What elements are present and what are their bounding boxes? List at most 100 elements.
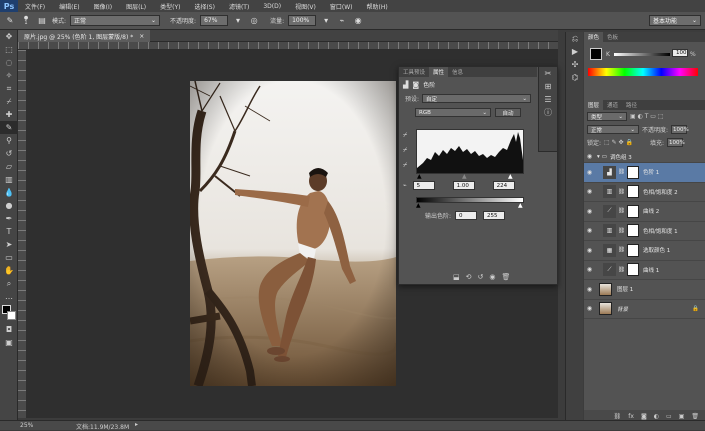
gray-eyedropper-icon[interactable]: ⌿ [403, 146, 407, 155]
reset-icon[interactable]: ↺ [478, 273, 484, 281]
menu-3d[interactable]: 3D(D) [256, 3, 288, 10]
healing-brush-tool-icon[interactable]: ✚ [0, 108, 18, 121]
fx-icon[interactable]: fx [628, 413, 634, 420]
menu-image[interactable]: 图像(I) [87, 2, 119, 11]
add-mask-icon[interactable]: ◙ [641, 413, 647, 420]
workspace-select[interactable]: 基本功能 ⌄ [649, 15, 701, 26]
menu-help[interactable]: 帮助(H) [360, 2, 395, 11]
zoom-tool-icon[interactable]: ⌕ [0, 277, 18, 290]
document-photo[interactable] [190, 81, 396, 386]
eye-icon[interactable]: ◉ [584, 227, 595, 234]
tab-tool-presets[interactable]: 工具预设 [399, 67, 429, 77]
eye-icon[interactable]: ◉ [584, 305, 595, 312]
layer-row[interactable]: ◉ ▥ ⛓ 色相/饱和度 2 [584, 183, 705, 202]
eye-icon[interactable]: ◉ [584, 247, 595, 254]
filter-icons[interactable]: ▣ ◐ T ▭ ⬚ [630, 113, 664, 120]
tab-color[interactable]: 颜色 [584, 32, 604, 42]
tab-info[interactable]: 信息 [448, 67, 467, 77]
screen-mode-icon[interactable]: ▣ [0, 336, 18, 349]
layer-opacity-field[interactable]: 100% [671, 125, 689, 134]
eye-icon[interactable]: ◉ [584, 188, 595, 195]
gradient-tool-icon[interactable]: ▥ [0, 173, 18, 186]
menu-select[interactable]: 选择(S) [187, 2, 222, 11]
more-tools-icon[interactable]: … [0, 290, 18, 303]
expand-icon[interactable]: ▾ [597, 154, 600, 160]
blur-tool-icon[interactable]: 💧 [0, 186, 18, 199]
layer-row[interactable]: ◉ 图层 1 [584, 280, 705, 300]
clip-to-layer-icon[interactable]: ⬓ [453, 273, 460, 281]
input-gamma-field[interactable]: 1.00 [452, 181, 475, 190]
lasso-tool-icon[interactable]: ◌ [0, 56, 18, 69]
visibility-icon[interactable]: ◉ [489, 273, 495, 281]
output-slider[interactable]: ▲ ▲ [416, 202, 524, 209]
brush-panel-icon[interactable]: ⌬ [566, 71, 584, 84]
marquee-tool-icon[interactable]: ⬚ [0, 43, 18, 56]
close-tab-icon[interactable]: × [139, 33, 144, 40]
foreground-color[interactable] [590, 48, 602, 60]
flow-field[interactable]: 100% [288, 15, 317, 26]
color-swatches[interactable] [0, 303, 18, 323]
mask-icon[interactable]: ◙ [412, 81, 419, 89]
layer-thumbnail[interactable] [599, 302, 612, 316]
tab-swatches[interactable]: 色板 [603, 32, 622, 42]
output-black-handle[interactable]: ▲ [416, 202, 421, 209]
new-group-icon[interactable]: ▭ [666, 413, 672, 420]
layer-mask-thumbnail[interactable] [626, 243, 639, 257]
menu-view[interactable]: 视图(V) [288, 2, 323, 11]
mode-select[interactable]: 正常 ⌄ [70, 15, 161, 26]
brush-size-picker[interactable]: ● 1 [20, 15, 32, 27]
k-slider[interactable] [614, 53, 670, 56]
status-menu-icon[interactable]: ▸ [135, 421, 138, 428]
filter-kind-select[interactable]: 类型 ⌄ [587, 112, 627, 121]
type-tool-icon[interactable]: T [0, 225, 18, 238]
pressure-size-icon[interactable]: ◉ [352, 15, 364, 27]
layer-mask-thumbnail[interactable] [626, 224, 639, 238]
zoom-level[interactable]: 25% [20, 422, 33, 429]
output-white-handle[interactable]: ▲ [518, 202, 523, 209]
channel-select[interactable]: RGB ⌄ [415, 108, 491, 117]
view-previous-icon[interactable]: ⟲ [466, 273, 472, 281]
eraser-tool-icon[interactable]: ▱ [0, 160, 18, 173]
menu-file[interactable]: 文件(F) [18, 2, 52, 11]
fill-field[interactable]: 100% [666, 138, 685, 147]
history-panel-icon[interactable]: ⎌ [566, 32, 584, 45]
quick-mask-icon[interactable]: ◘ [0, 323, 18, 336]
dodge-tool-icon[interactable]: ● [0, 199, 18, 212]
layer-thumbnail[interactable] [599, 282, 612, 296]
tools-icon[interactable]: ✂ [539, 67, 557, 80]
tab-properties[interactable]: 属性 [429, 67, 449, 77]
clip-icon[interactable]: ⌁ [403, 182, 407, 189]
layer-mask-thumbnail[interactable] [626, 165, 639, 179]
new-adjustment-icon[interactable]: ◐ [654, 413, 659, 420]
opacity-field[interactable]: 67% [200, 15, 229, 26]
layer-row[interactable]: ◉ ▟ ⛓ 色阶 1 [584, 163, 705, 183]
input-slider[interactable]: ▲ ▲ ▲ [416, 173, 524, 180]
brush-tool-icon[interactable]: ✎ [4, 15, 16, 27]
delete-icon[interactable]: 🗑 [501, 273, 510, 281]
layer-row[interactable]: ◉ ▦ ⛓ 选取颜色 1 [584, 241, 705, 261]
link-layers-icon[interactable]: ⛓ [614, 413, 622, 420]
eye-icon[interactable]: ◉ [584, 286, 595, 293]
delete-layer-icon[interactable]: 🗑 [691, 413, 699, 420]
chevron-down-icon[interactable]: ▾ [320, 15, 332, 27]
k-field[interactable]: 100 [672, 49, 688, 57]
brush-tool-icon[interactable]: ✎ [0, 121, 18, 134]
list-icon[interactable]: ☰ [539, 93, 557, 106]
chevron-down-icon[interactable]: ▾ [232, 15, 244, 27]
tab-paths[interactable]: 路径 [622, 100, 641, 110]
layer-row[interactable]: ◉ ▥ ⛓ 色相/饱和度 1 [584, 222, 705, 241]
eye-icon[interactable]: ◉ [584, 208, 595, 215]
menu-window[interactable]: 窗口(W) [323, 2, 360, 11]
tab-channels[interactable]: 通道 [603, 100, 622, 110]
white-point-handle[interactable]: ▲ [508, 173, 513, 180]
lock-icons[interactable]: ⬚ ✎ ✥ 🔒 [604, 139, 633, 146]
auto-button[interactable]: 自动 [495, 108, 521, 117]
menu-layer[interactable]: 图层(L) [119, 2, 153, 11]
blend-mode-select[interactable]: 正常 ⌄ [587, 125, 639, 134]
clone-source-panel-icon[interactable]: ✣ [566, 58, 584, 71]
tab-layers[interactable]: 图层 [584, 100, 604, 110]
clone-stamp-tool-icon[interactable]: ⚲ [0, 134, 18, 147]
eye-icon[interactable]: ◉ [584, 153, 595, 160]
preset-select[interactable]: 自定 ⌄ [422, 94, 531, 103]
layer-row[interactable]: ◉ ⟋ ⛓ 曲线 1 [584, 261, 705, 280]
